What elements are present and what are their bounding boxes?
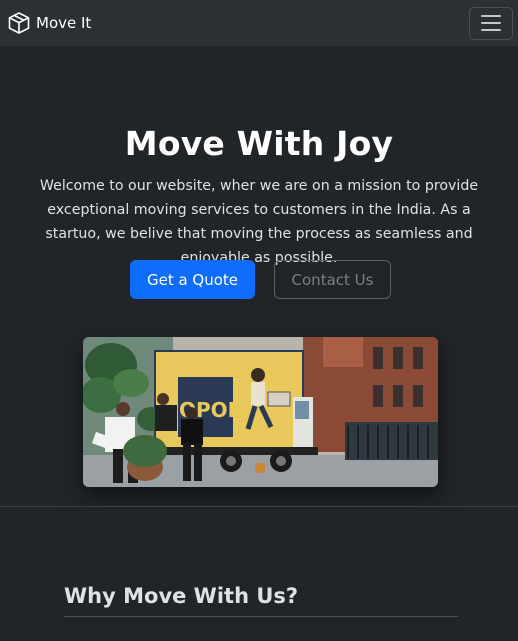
navbar-toggler-button[interactable] [469,6,513,40]
hamburger-icon [481,15,501,17]
hero-description: Welcome to our website, wher we are on a… [39,178,479,266]
hero-image: OPOLIS [83,337,438,487]
brand-link[interactable]: Move It [7,11,91,35]
section-divider [0,506,518,507]
navbar: Move It [0,0,518,46]
get-quote-button[interactable]: Get a Quote [130,260,255,299]
hamburger-icon-line [481,29,501,31]
hamburger-icon-line [481,22,501,24]
heading-underline [64,616,458,617]
contact-us-button[interactable]: Contact Us [274,260,391,299]
hero-title: Move With Joy [124,124,394,163]
why-move-heading: Why Move With Us? [64,584,299,608]
brand-name: Move It [36,14,92,32]
box-icon [7,11,31,35]
